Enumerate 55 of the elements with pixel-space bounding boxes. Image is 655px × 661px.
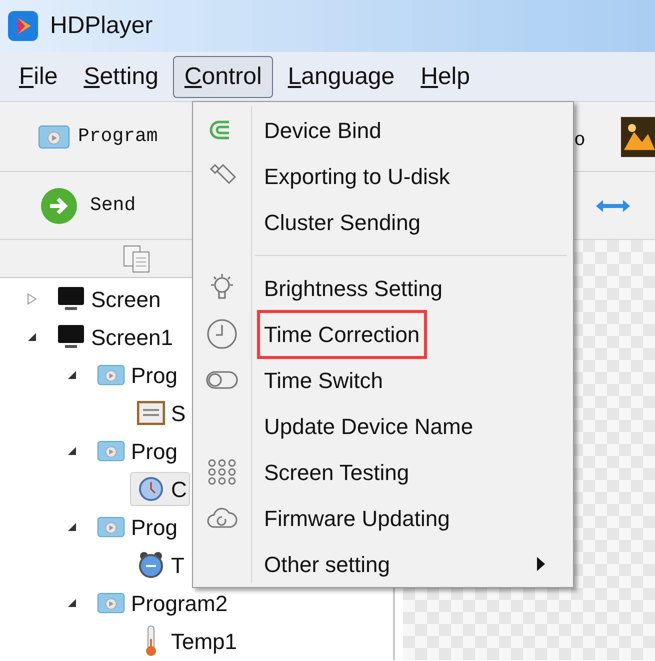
menu-bar-item[interactable]: Language [276,56,406,98]
menu-item[interactable]: Device Bind [193,107,573,153]
menu-item[interactable]: Firmware Updating [193,495,573,541]
tree-item[interactable]: Prog [90,434,180,468]
toolbar-label: o [574,128,586,153]
window-title: HDPlayer [50,11,153,41]
tree-item[interactable]: T [130,548,188,582]
tree-item[interactable]: Screen [50,282,164,316]
folder-play-icon [97,590,125,616]
expanded-arrow-icon[interactable] [66,445,78,457]
tree-item[interactable]: Program2 [90,586,231,620]
menu-item[interactable]: Cluster Sending [193,199,573,245]
collapsed-arrow-icon[interactable] [26,293,38,305]
menu-item[interactable]: Time Correction [193,311,573,357]
tree-item[interactable]: Screen1 [50,320,176,354]
alarm-clock-icon [137,550,165,580]
expanded-arrow-icon[interactable] [66,597,78,609]
folder-play-icon [97,362,125,388]
expanded-arrow-icon[interactable] [26,331,38,343]
program-button[interactable]: Program [38,122,158,151]
tree-item[interactable]: S [130,396,189,430]
text-frame-icon [137,401,165,425]
menu-item[interactable]: Time Switch [193,357,573,403]
menu-item[interactable]: Exporting to U-disk [193,153,573,199]
menu-bar-item[interactable]: Setting [72,56,170,98]
clock-icon [206,318,238,350]
folder-play-icon [97,514,125,540]
folder-play-icon [97,438,125,464]
image-icon[interactable] [620,116,655,158]
tree-item[interactable]: C [130,472,190,506]
menu-item[interactable]: Brightness Setting [193,265,573,311]
menu-bar-item[interactable]: File [8,56,69,98]
app-logo-icon [8,11,38,41]
tree-item[interactable]: Prog [90,510,180,544]
dot-grid-icon [208,459,236,485]
monitor-icon [57,286,85,312]
expanded-arrow-icon[interactable] [66,521,78,533]
menu-bar-item[interactable]: Help [410,56,481,98]
arrow-right-icon [40,186,78,224]
tree-item[interactable]: Prog [90,358,180,392]
toggle-icon [206,371,238,389]
monitor-icon [57,324,85,350]
menu-bar-item[interactable]: Control [173,56,273,98]
folder-play-icon [38,124,70,150]
double-arrow-icon[interactable] [594,198,632,214]
copy-icon[interactable] [122,244,152,274]
cloud-icon [206,507,238,529]
menu-item[interactable]: Update Device Name [193,403,573,449]
expanded-arrow-icon[interactable] [66,369,78,381]
tree-item[interactable]: Temp1 [130,624,240,658]
clock-icon [138,476,164,502]
send-button[interactable]: Send [40,186,136,224]
thermometer-icon [144,625,158,657]
menu-item[interactable]: Other setting [193,541,573,587]
menu-item[interactable]: Screen Testing [193,449,573,495]
